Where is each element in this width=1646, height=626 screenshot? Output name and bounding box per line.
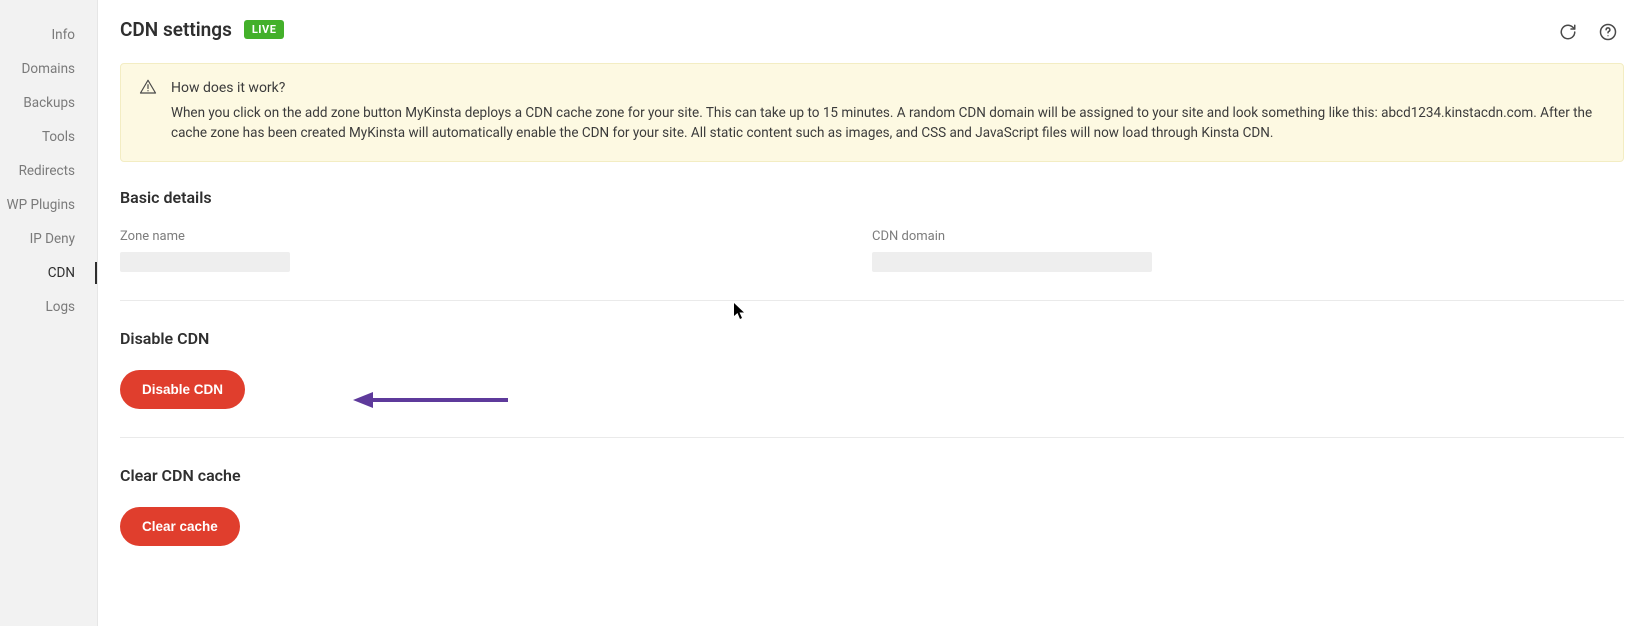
section-heading: Basic details <box>120 188 1624 207</box>
sidebar-item-label: Info <box>51 27 75 43</box>
sidebar-item-label: CDN <box>48 265 75 281</box>
section-heading: Clear CDN cache <box>120 466 1624 485</box>
info-panel-body: When you click on the add zone button My… <box>171 104 1603 143</box>
sidebar: Info Domains Backups Tools Redirects WP … <box>0 0 98 626</box>
cdn-domain-value <box>872 252 1152 272</box>
cursor-icon <box>733 302 747 320</box>
page-header: CDN settings LIVE <box>120 18 1624 41</box>
page-title: CDN settings <box>120 18 232 41</box>
clear-cache-button[interactable]: Clear cache <box>120 507 240 546</box>
sidebar-item-label: Redirects <box>19 163 75 179</box>
zone-name-field: Zone name <box>120 229 872 272</box>
status-badge: LIVE <box>244 20 285 39</box>
sidebar-item-info[interactable]: Info <box>0 18 97 52</box>
sidebar-item-label: WP Plugins <box>7 197 75 213</box>
zone-name-label: Zone name <box>120 229 872 244</box>
sidebar-item-label: Domains <box>22 61 75 77</box>
zone-name-value <box>120 252 290 272</box>
info-panel: How does it work? When you click on the … <box>120 63 1624 162</box>
sidebar-item-tools[interactable]: Tools <box>0 120 97 154</box>
sidebar-item-label: Tools <box>42 129 75 145</box>
sidebar-item-cdn[interactable]: CDN <box>0 256 97 290</box>
disable-cdn-button[interactable]: Disable CDN <box>120 370 245 409</box>
sidebar-item-redirects[interactable]: Redirects <box>0 154 97 188</box>
info-panel-title: How does it work? <box>171 80 1603 96</box>
warning-icon <box>139 78 157 100</box>
section-basic-details: Basic details Zone name CDN domain <box>120 188 1624 301</box>
sidebar-item-logs[interactable]: Logs <box>0 290 97 324</box>
section-clear-cache: Clear CDN cache Clear cache <box>120 466 1624 546</box>
sidebar-item-label: Backups <box>23 95 75 111</box>
sidebar-item-wp-plugins[interactable]: WP Plugins <box>0 188 97 222</box>
help-icon[interactable] <box>1598 22 1618 42</box>
sidebar-item-ip-deny[interactable]: IP Deny <box>0 222 97 256</box>
cdn-domain-field: CDN domain <box>872 229 1624 272</box>
refresh-icon[interactable] <box>1558 22 1578 42</box>
sidebar-item-backups[interactable]: Backups <box>0 86 97 120</box>
cdn-domain-label: CDN domain <box>872 229 1624 244</box>
sidebar-item-label: IP Deny <box>30 231 75 247</box>
section-disable-cdn: Disable CDN Disable CDN <box>120 329 1624 438</box>
header-actions <box>1558 22 1618 42</box>
main-content: CDN settings LIVE How does it work? When… <box>98 0 1646 626</box>
sidebar-item-domains[interactable]: Domains <box>0 52 97 86</box>
section-heading: Disable CDN <box>120 329 1624 348</box>
sidebar-item-label: Logs <box>45 299 75 315</box>
